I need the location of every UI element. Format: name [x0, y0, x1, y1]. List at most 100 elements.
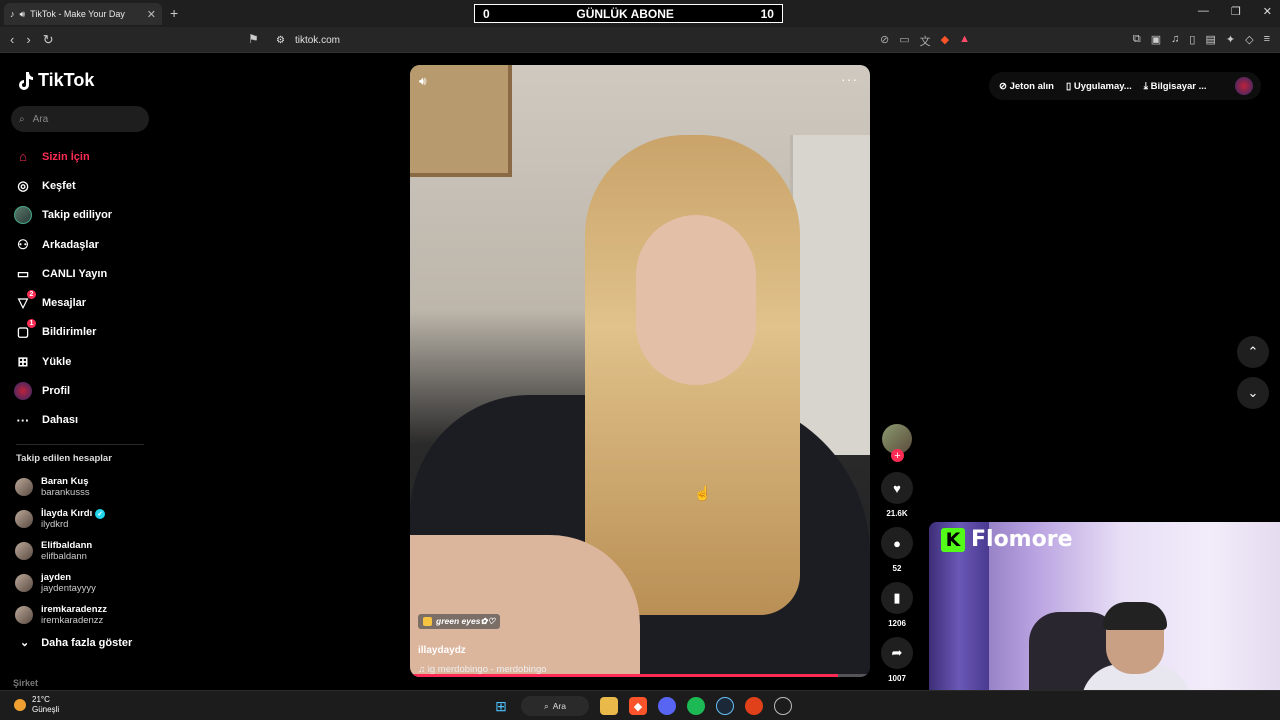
minimize-icon[interactable]: —: [1198, 5, 1209, 18]
sidebar-item-friends[interactable]: ⚇ Arkadaşlar: [14, 230, 112, 259]
brave-browser-icon[interactable]: ◆: [629, 697, 647, 715]
url-text: tiktok.com: [294, 34, 340, 46]
sidebar-item-profile[interactable]: Profil: [14, 376, 112, 405]
sidebar-item-more[interactable]: ··· Dahası: [14, 406, 112, 435]
pc-app-link[interactable]: ⤓ Bilgisayar ...: [1144, 81, 1207, 92]
following-account[interactable]: Elifbaldann elifbaldann: [15, 535, 107, 567]
streamer-cap: [1103, 602, 1167, 630]
close-tab-icon[interactable]: ✕: [147, 8, 156, 21]
get-app-link[interactable]: ▯ Uygulamay...: [1066, 81, 1132, 92]
video-author[interactable]: illaydaydz: [418, 645, 466, 656]
taskbar-search[interactable]: ⌕ Ara: [521, 696, 589, 716]
sidebar-item-following[interactable]: Takip ediliyor: [14, 201, 112, 230]
restore-icon[interactable]: ❐: [1231, 5, 1241, 18]
get-coins-link[interactable]: ⊘ Jeton alın: [999, 81, 1054, 92]
following-account[interactable]: Baran Kuş barankusss: [15, 471, 107, 503]
sidebar-item-label: Dahası: [42, 414, 79, 427]
show-more-button[interactable]: ⌄ Daha fazla göster: [20, 636, 133, 650]
weather-widget[interactable]: 21°C Güneşli: [14, 695, 59, 715]
settings-app-icon[interactable]: [774, 697, 792, 715]
sidebar-item-for-you[interactable]: ⌂ Sizin İçin: [14, 142, 112, 171]
show-more-label: Daha fazla göster: [41, 636, 133, 649]
browser-toolbar: ‹ › ↻ ⚑ ⚙ tiktok.com ⊘ ▭ 文 ◆ ▲ ⧉ ▣ ♫ ▯ ▤…: [0, 27, 1280, 53]
comment-icon: ●: [893, 535, 901, 551]
sidebar-item-label: Mesajlar: [42, 297, 87, 310]
pc-app-label: Bilgisayar ...: [1150, 80, 1207, 92]
close-window-icon[interactable]: ✕: [1263, 5, 1272, 18]
following-avatar-icon: [14, 206, 32, 225]
share-button[interactable]: ➦: [881, 637, 913, 669]
spotify-icon[interactable]: [687, 697, 705, 715]
video-face: [636, 215, 756, 385]
messages-badge: 2: [27, 290, 36, 300]
sidebar-item-explore[interactable]: ◎ Keşfet: [14, 171, 112, 200]
upload-icon: ⊞: [17, 353, 29, 369]
video-progress-bar[interactable]: [410, 674, 870, 677]
save-count: 1206: [888, 619, 906, 628]
following-account[interactable]: jayden jaydentayyyy: [15, 567, 107, 599]
windows-start-icon[interactable]: ⊞: [492, 697, 510, 715]
extensions-icon[interactable]: ⧉: [1133, 33, 1141, 46]
file-explorer-icon[interactable]: [600, 697, 618, 715]
window-controls: — ❐ ✕: [1198, 5, 1272, 18]
translate-icon[interactable]: 文: [920, 33, 931, 49]
like-button[interactable]: ♥: [881, 472, 913, 504]
video-tag[interactable]: green eyes✿♡: [418, 614, 501, 629]
tiktok-logo[interactable]: TikTok: [16, 70, 94, 91]
cast-icon[interactable]: ▭: [899, 33, 909, 49]
bookmark-icon[interactable]: ⚑: [248, 32, 259, 46]
sidebar-item-notifications[interactable]: ▢ 1 Bildirimler: [14, 318, 112, 347]
sidebar-item-live[interactable]: ▭ CANLI Yayın: [14, 259, 112, 288]
search-input[interactable]: ⌕ Ara: [11, 106, 149, 132]
sidebar-icon[interactable]: ▯: [1189, 33, 1195, 46]
following-account[interactable]: iremkaradenzz iremkaradenzz: [15, 599, 107, 631]
wallet-icon[interactable]: ▤: [1205, 33, 1215, 46]
search-icon: ⌕: [19, 113, 25, 125]
site-info-icon[interactable]: ⚙: [276, 35, 285, 46]
speaker-icon[interactable]: 🔊︎: [20, 9, 26, 20]
account-username: jaydentayyyy: [41, 583, 96, 594]
creator-avatar[interactable]: +: [882, 424, 912, 462]
company-link[interactable]: Şirket: [13, 678, 38, 688]
leo-ai-icon[interactable]: ✦: [1226, 33, 1235, 46]
app-icon[interactable]: [745, 697, 763, 715]
reload-icon[interactable]: ↻: [43, 32, 54, 48]
video-player[interactable]: 🔊︎ ··· green eyes✿♡ illaydaydz ♫ ig merd…: [410, 65, 870, 677]
account-name-row: İlayda Kırdı ✓: [41, 508, 106, 519]
volume-icon[interactable]: 🔊︎: [419, 74, 427, 89]
address-bar[interactable]: ⚙ tiktok.com: [270, 30, 970, 50]
chevron-down-icon: ⌄: [20, 637, 30, 649]
menu-icon[interactable]: ≡: [1264, 33, 1270, 46]
browser-tab[interactable]: ♪ 🔊︎ TikTok - Make Your Day ✕: [4, 3, 162, 25]
brave-rewards-icon[interactable]: ▲: [959, 33, 970, 49]
following-account[interactable]: İlayda Kırdı ✓ ilydkrd: [15, 503, 107, 535]
vpn-icon[interactable]: ◇: [1245, 33, 1253, 46]
comment-button[interactable]: ●: [881, 527, 913, 559]
video-progress-fill: [410, 674, 838, 677]
extension-icons: ⧉ ▣ ♫ ▯ ▤ ✦ ◇ ≡: [1133, 33, 1270, 46]
sidebar-item-messages[interactable]: ▽ 2 Mesajlar: [14, 288, 112, 317]
sidebar-item-label: Yükle: [42, 355, 72, 368]
media-icon[interactable]: ♫: [1171, 33, 1179, 46]
screenshot-icon[interactable]: ▣: [1151, 33, 1161, 46]
brave-shield-icon[interactable]: ◆: [941, 33, 949, 49]
forward-icon[interactable]: ›: [26, 32, 30, 48]
next-video-button[interactable]: ⌄: [1237, 377, 1269, 409]
save-action: ▮ 1206: [881, 582, 913, 628]
profile-avatar[interactable]: [1235, 77, 1253, 95]
previous-video-button[interactable]: ⌃: [1237, 336, 1269, 368]
account-username: barankusss: [41, 487, 90, 498]
chevron-down-icon: ⌄: [1247, 385, 1259, 400]
comment-action: ● 52: [881, 527, 913, 573]
discord-icon[interactable]: [658, 697, 676, 715]
save-button[interactable]: ▮: [881, 582, 913, 614]
home-icon: ⌂: [19, 149, 27, 165]
no-tracking-icon[interactable]: ⊘: [880, 33, 889, 49]
follow-plus-icon[interactable]: +: [891, 449, 904, 462]
back-icon[interactable]: ‹: [10, 32, 14, 48]
sidebar-item-upload[interactable]: ⊞ Yükle: [14, 347, 112, 376]
new-tab-button[interactable]: +: [170, 5, 178, 21]
video-more-icon[interactable]: ···: [841, 71, 858, 87]
steam-icon[interactable]: [716, 697, 734, 715]
account-username: ilydkrd: [41, 519, 69, 530]
